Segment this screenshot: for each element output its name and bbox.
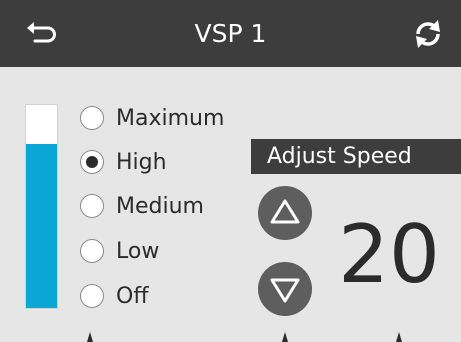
marker-icon [282, 332, 288, 342]
option-label: Medium [116, 193, 204, 219]
back-button[interactable] [24, 16, 60, 52]
speed-level-fill [26, 143, 57, 308]
page-title: VSP 1 [194, 19, 267, 48]
option-label: Low [116, 238, 160, 264]
option-maximum[interactable]: Maximum [80, 102, 224, 134]
speed-up-button[interactable] [258, 186, 312, 240]
speed-level-bar [25, 104, 58, 309]
speed-down-button[interactable] [258, 262, 312, 316]
option-label: Off [116, 283, 149, 309]
refresh-icon [416, 20, 440, 48]
option-off[interactable]: Off [80, 280, 148, 312]
marker-icon [396, 332, 402, 342]
option-medium[interactable]: Medium [80, 190, 204, 222]
option-label: Maximum [116, 105, 225, 131]
vsp-control-screen: VSP 1 Maximum High Medium Low Off Adjust… [0, 0, 461, 342]
triangle-up-icon [270, 199, 300, 224]
option-low[interactable]: Low [80, 235, 159, 267]
option-high[interactable]: High [80, 146, 167, 178]
radio-maximum[interactable] [80, 106, 104, 130]
radio-off[interactable] [80, 284, 104, 308]
triangle-down-icon [270, 278, 300, 303]
back-arrow-icon [27, 22, 56, 43]
radio-low[interactable] [80, 239, 104, 263]
radio-high[interactable] [80, 150, 104, 174]
option-label: High [116, 149, 167, 175]
speed-value: 20 [338, 208, 440, 301]
marker-icon [87, 332, 93, 342]
header-bar: VSP 1 [0, 0, 461, 67]
radio-medium[interactable] [80, 194, 104, 218]
adjust-speed-label: Adjust Speed [251, 139, 461, 174]
refresh-button[interactable] [410, 16, 446, 52]
